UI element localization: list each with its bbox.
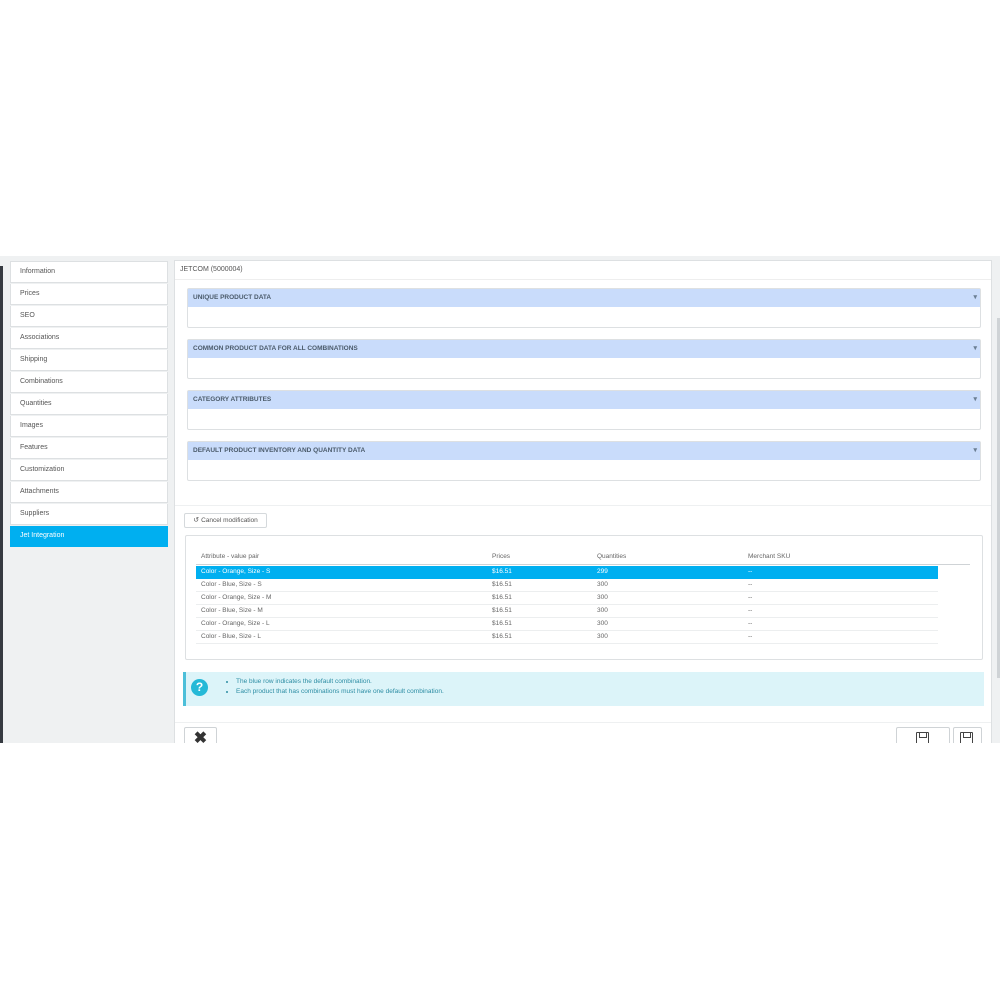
header-prices[interactable]: Prices [492,553,510,560]
cell-sku: -- [748,581,753,588]
sidebar-item-suppliers[interactable]: Suppliers [10,504,168,525]
cell-quantity: 300 [597,581,608,588]
header-merchant-sku[interactable]: Merchant SKU [748,553,790,560]
section-default-inventory: DEFAULT PRODUCT INVENTORY AND QUANTITY D… [187,441,981,481]
sidebar-item-customization[interactable]: Customization [10,460,168,481]
save-icon [960,732,973,743]
close-icon: ✖ [193,730,208,743]
section-common-product-data: COMMON PRODUCT DATA FOR ALL COMBINATIONS… [187,339,981,379]
caret-down-icon[interactable]: ▾ [973,289,977,307]
sidebar-item-jet-integration[interactable]: Jet Integration [10,526,168,547]
section-header[interactable]: UNIQUE PRODUCT DATA ▾ [188,289,980,307]
table-row[interactable]: Color - Orange, Size - L $16.51 300 -- [196,618,938,631]
section-header[interactable]: CATEGORY ATTRIBUTES ▾ [188,391,980,409]
cancel-modification-button[interactable]: ↺ Cancel modification [184,513,267,528]
sidebar-item-images[interactable]: Images [10,416,168,437]
cell-sku: -- [748,568,753,575]
alert-line: The blue row indicates the default combi… [236,678,444,686]
table-row[interactable]: Color - Blue, Size - M $16.51 300 -- [196,605,938,618]
cell-sku: -- [748,594,753,601]
info-alert: ? The blue row indicates the default com… [183,672,984,706]
caret-down-icon[interactable]: ▾ [973,391,977,409]
section-unique-product-data: UNIQUE PRODUCT DATA ▾ [187,288,981,328]
sidebar-item-associations[interactable]: Associations [10,328,168,349]
undo-icon: ↺ [193,517,200,524]
sidebar-item-combinations[interactable]: Combinations [10,372,168,393]
cell-attribute: Color - Blue, Size - S [201,581,262,588]
cell-quantity: 300 [597,620,608,627]
section-title: CATEGORY ATTRIBUTES [193,396,272,403]
admin-nav-strip [0,266,3,743]
section-header[interactable]: DEFAULT PRODUCT INVENTORY AND QUANTITY D… [188,442,980,460]
jet-integration-panel: JETCOM (5000004) UNIQUE PRODUCT DATA ▾ C… [174,260,992,743]
admin-screen: Information Prices SEO Associations Ship… [0,256,1000,743]
cell-price: $16.51 [492,607,512,614]
sidebar-item-seo[interactable]: SEO [10,306,168,327]
table-header: Attribute - value pair Prices Quantities… [196,550,970,565]
cell-attribute: Color - Blue, Size - L [201,633,261,640]
table-row[interactable]: Color - Blue, Size - S $16.51 300 -- [196,579,938,592]
sidebar-item-attachments[interactable]: Attachments [10,482,168,503]
sidebar-item-shipping[interactable]: Shipping [10,350,168,371]
save-button[interactable] [896,727,950,743]
cell-quantity: 300 [597,607,608,614]
caret-down-icon[interactable]: ▾ [973,442,977,460]
sidebar-item-quantities[interactable]: Quantities [10,394,168,415]
cell-sku: -- [748,607,753,614]
cell-attribute: Color - Blue, Size - M [201,607,263,614]
header-attribute[interactable]: Attribute - value pair [201,553,259,560]
section-title: UNIQUE PRODUCT DATA [193,294,272,301]
save-icon [916,732,929,743]
table-row[interactable]: Color - Blue, Size - L $16.51 300 -- [196,631,938,644]
combinations-table: Attribute - value pair Prices Quantities… [185,535,983,660]
divider [175,505,991,506]
cell-quantity: 300 [597,594,608,601]
cell-price: $16.51 [492,594,512,601]
cell-quantity: 299 [597,568,608,575]
section-title: COMMON PRODUCT DATA FOR ALL COMBINATIONS [193,345,358,352]
header-quantities[interactable]: Quantities [597,553,626,560]
save-and-stay-button[interactable] [953,727,982,743]
table-row[interactable]: Color - Orange, Size - M $16.51 300 -- [196,592,938,605]
cancel-modification-label: Cancel modification [201,517,258,524]
cell-attribute: Color - Orange, Size - L [201,620,270,627]
cell-attribute: Color - Orange, Size - M [201,594,272,601]
sidebar-item-features[interactable]: Features [10,438,168,459]
alert-line: Each product that has combinations must … [236,688,444,696]
cell-price: $16.51 [492,568,512,575]
cell-quantity: 300 [597,633,608,640]
cell-price: $16.51 [492,581,512,588]
sidebar-item-information[interactable]: Information [10,261,168,283]
cell-price: $16.51 [492,633,512,640]
close-button[interactable]: ✖ [184,727,217,743]
section-category-attributes: CATEGORY ATTRIBUTES ▾ [187,390,981,430]
cell-sku: -- [748,633,753,640]
section-header[interactable]: COMMON PRODUCT DATA FOR ALL COMBINATIONS… [188,340,980,358]
cell-attribute: Color - Orange, Size - S [201,568,271,575]
product-tabs-sidebar: Information Prices SEO Associations Ship… [10,261,168,548]
sidebar-item-prices[interactable]: Prices [10,284,168,305]
cell-price: $16.51 [492,620,512,627]
section-title: DEFAULT PRODUCT INVENTORY AND QUANTITY D… [193,447,366,454]
alert-list: The blue row indicates the default combi… [226,678,444,698]
footer-divider [175,722,991,723]
panel-heading: JETCOM (5000004) [175,261,991,280]
table-row[interactable]: Color - Orange, Size - S $16.51 299 -- [196,566,938,579]
cell-sku: -- [748,620,753,627]
question-icon: ? [191,679,208,696]
caret-down-icon[interactable]: ▾ [973,340,977,358]
